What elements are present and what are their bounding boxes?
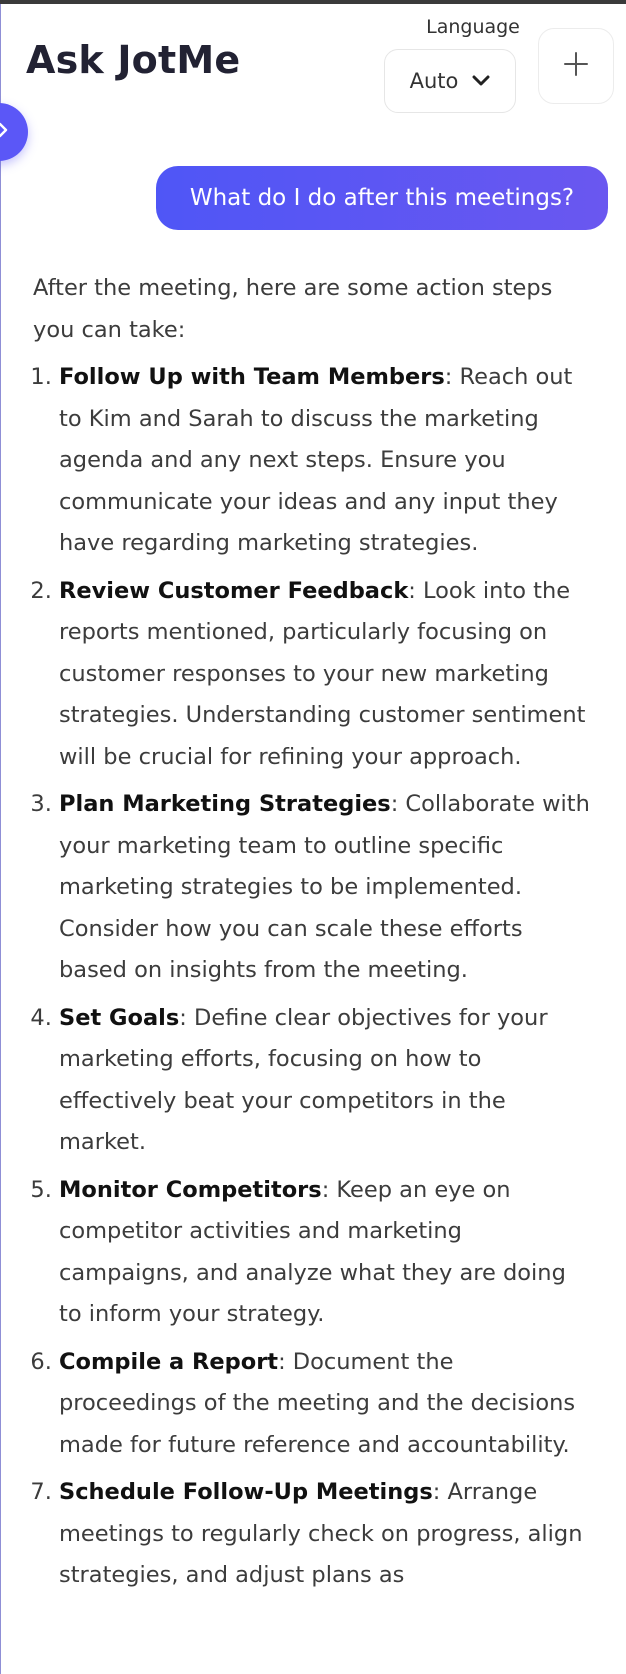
left-border bbox=[0, 4, 1, 1674]
page-title: Ask JotMe bbox=[26, 38, 241, 82]
list-item: Set Goals: Define clear objectives for y… bbox=[59, 998, 593, 1164]
chevron-right-icon bbox=[0, 122, 8, 142]
chevron-down-icon bbox=[472, 75, 490, 87]
answer-intro: After the meeting, here are some action … bbox=[33, 275, 553, 343]
language-label: Language bbox=[426, 16, 520, 38]
language-value: Auto bbox=[409, 69, 459, 93]
step-title: Review Customer Feedback bbox=[59, 577, 409, 604]
list-item: Follow Up with Team Members: Reach out t… bbox=[59, 357, 593, 565]
user-message-text: What do I do after this meetings? bbox=[189, 185, 575, 211]
step-title: Set Goals bbox=[59, 1004, 180, 1031]
step-title: Plan Marketing Strategies bbox=[59, 791, 391, 817]
step-text: : Reach out to Kim and Sarah to discuss … bbox=[59, 364, 573, 556]
list-item: Plan Marketing Strategies: Collaborate w… bbox=[59, 784, 593, 992]
step-title: Monitor Competitors bbox=[59, 1176, 322, 1203]
list-item: Review Customer Feedback: Look into the … bbox=[59, 571, 593, 779]
list-item: Schedule Follow-Up Meetings: Arrange mee… bbox=[59, 1472, 593, 1597]
new-chat-button[interactable] bbox=[538, 28, 614, 104]
top-border bbox=[0, 0, 626, 4]
step-title: Schedule Follow-Up Meetings bbox=[59, 1479, 433, 1505]
assistant-answer: After the meeting, here are some action … bbox=[33, 268, 593, 1603]
user-message-bubble: What do I do after this meetings? bbox=[156, 166, 608, 230]
list-item: Compile a Report: Document the proceedin… bbox=[59, 1342, 593, 1467]
sidebar-toggle-button[interactable] bbox=[0, 103, 28, 161]
plus-icon bbox=[563, 51, 589, 81]
language-select[interactable]: Auto bbox=[384, 49, 516, 113]
step-text: : Look into the reports mentioned, parti… bbox=[59, 577, 586, 770]
step-title: Follow Up with Team Members bbox=[59, 364, 445, 390]
step-title: Compile a Report bbox=[59, 1348, 279, 1375]
step-text: : Collaborate with your marketing team t… bbox=[59, 791, 590, 983]
list-item: Monitor Competitors: Keep an eye on comp… bbox=[59, 1170, 593, 1336]
action-steps-list: Follow Up with Team Members: Reach out t… bbox=[33, 357, 593, 1597]
